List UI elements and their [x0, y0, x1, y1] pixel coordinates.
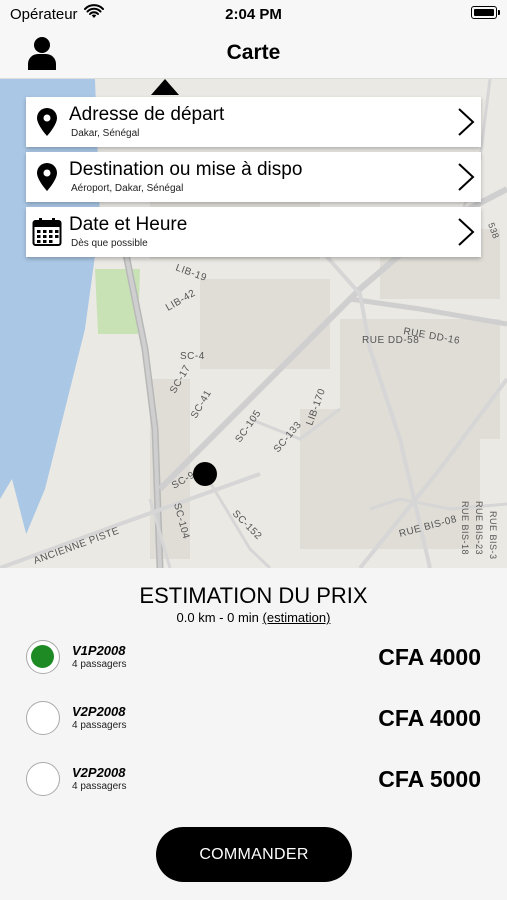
map-label: SC-17 [168, 363, 193, 395]
map-label: SC-104 [171, 502, 191, 540]
map-pin-icon [37, 108, 57, 136]
map-label: LIB-42 [164, 288, 198, 314]
nav-bar: Carte [0, 28, 507, 79]
datetime-title: Date et Heure [69, 214, 188, 235]
vehicle-passengers: 4 passagers [72, 781, 127, 792]
location-marker [193, 462, 217, 486]
datetime-card[interactable]: Date et Heure Dès que possible [26, 207, 481, 257]
vehicle-option[interactable]: V2P2008 4 passagers CFA 4000 [0, 699, 507, 749]
vehicle-name: V2P2008 [72, 704, 126, 719]
radio-button[interactable] [26, 640, 60, 674]
vehicle-name: V2P2008 [72, 765, 126, 780]
vehicle-option[interactable]: V2P2008 4 passagers CFA 5000 [0, 760, 507, 810]
map-pointer-icon [151, 79, 179, 95]
vehicle-price: CFA 5000 [378, 766, 481, 792]
vehicle-option[interactable]: V1P2008 4 passagers CFA 4000 [0, 638, 507, 688]
map-pin-icon [37, 163, 57, 191]
vehicle-price: CFA 4000 [378, 705, 481, 731]
departure-card[interactable]: Adresse de départ Dakar, Sénégal [26, 97, 481, 147]
map-label: RUE BIS-23 [474, 501, 484, 555]
map-label: SC-133 [272, 420, 304, 455]
map-label: LIB-170 [304, 387, 328, 427]
destination-card[interactable]: Destination ou mise à dispo Aéroport, Da… [26, 152, 481, 202]
datetime-value: Dès que possible [71, 238, 148, 249]
battery-icon [471, 6, 500, 19]
destination-value: Aéroport, Dakar, Sénégal [71, 183, 184, 194]
map-label: RUE DD-58 [362, 335, 419, 346]
map-label: SC-152 [230, 508, 264, 542]
vehicle-passengers: 4 passagers [72, 720, 127, 731]
chevron-right-icon [458, 218, 475, 246]
map-label: ANCIENNE PISTE [32, 526, 121, 567]
map-label: RUE BIS-3 [488, 511, 498, 560]
estimation-title: ESTIMATION DU PRIX [139, 583, 368, 608]
chevron-right-icon [458, 163, 475, 191]
order-button[interactable]: COMMANDER [156, 827, 352, 882]
vehicle-name: V1P2008 [72, 643, 126, 658]
estimation-link[interactable]: (estimation) [263, 610, 331, 625]
map-label: SC-105 [233, 408, 263, 445]
clock: 2:04 PM [225, 6, 282, 23]
map-label: LIB-19 [174, 262, 208, 283]
destination-title: Destination ou mise à dispo [69, 159, 303, 180]
map-label: SC-41 [189, 388, 214, 420]
chevron-right-icon [458, 108, 475, 136]
page-title: Carte [226, 41, 281, 64]
estimation-summary: 0.0 km - 0 min (estimation) [0, 610, 507, 625]
vehicle-passengers: 4 passagers [72, 659, 127, 670]
map-label: SC-4 [180, 351, 205, 362]
vehicle-price: CFA 4000 [378, 644, 481, 670]
radio-button[interactable] [26, 701, 60, 735]
departure-value: Dakar, Sénégal [71, 128, 140, 139]
map-label: 538 [486, 221, 501, 240]
status-bar: Opérateur 2:04 PM [0, 0, 507, 28]
map-label: RUE BIS-18 [460, 501, 470, 555]
map-label: RUE BIS-08 [398, 514, 458, 540]
departure-title: Adresse de départ [69, 104, 225, 125]
calendar-icon [32, 218, 62, 246]
distance-time: 0.0 km - 0 min [176, 610, 259, 625]
radio-button[interactable] [26, 762, 60, 796]
